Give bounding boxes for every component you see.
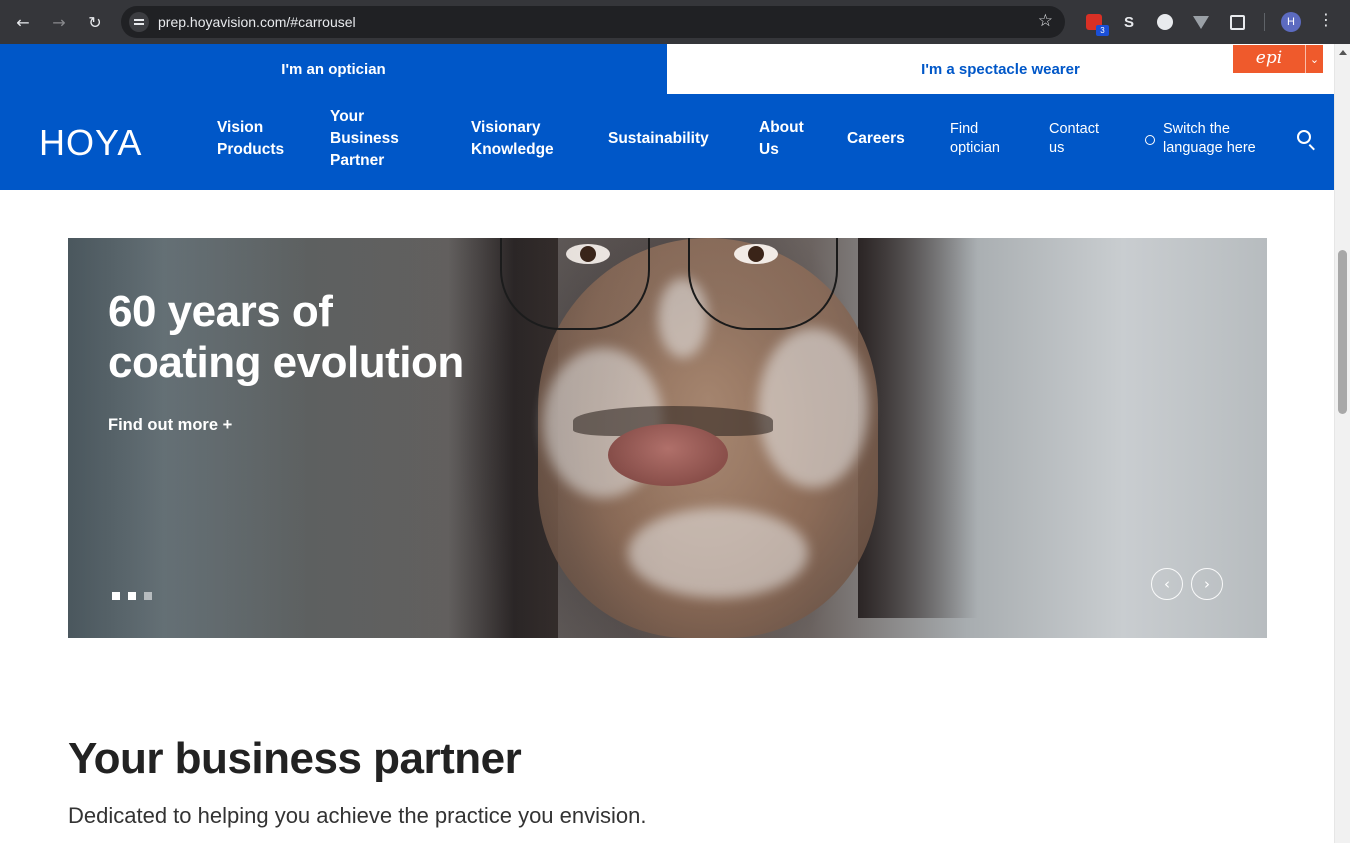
carousel-prev-icon[interactable]: ‹ bbox=[1151, 568, 1183, 600]
nav-careers[interactable]: Careers bbox=[847, 128, 905, 150]
epi-widget[interactable]: epi ⌄ bbox=[1233, 45, 1323, 73]
extension-s-icon[interactable]: S bbox=[1119, 12, 1139, 32]
nav-find-optician[interactable]: Find optician bbox=[950, 120, 1000, 158]
nav-label: optician bbox=[950, 140, 1000, 156]
nav-label: Knowledge bbox=[471, 141, 554, 158]
nav-contact-us[interactable]: Contact us bbox=[1049, 120, 1099, 158]
chevron-down-icon[interactable]: ⌄ bbox=[1305, 45, 1323, 73]
web-page: I'm an optician I'm a spectacle wearer e… bbox=[0, 44, 1334, 843]
browser-toolbar: ← → ↻ prep.hoyavision.com/#carrousel ☆ 3… bbox=[0, 0, 1350, 44]
hero-title-line: coating evolution bbox=[108, 338, 464, 387]
browser-menu-icon[interactable]: ⋮ bbox=[1318, 10, 1334, 29]
carousel-dot-2[interactable] bbox=[128, 592, 136, 600]
carousel-next-icon[interactable]: › bbox=[1191, 568, 1223, 600]
site-settings-icon[interactable] bbox=[129, 12, 149, 32]
section-subtitle: Dedicated to helping you achieve the pra… bbox=[68, 803, 647, 828]
audience-switcher: I'm an optician I'm a spectacle wearer bbox=[0, 44, 1334, 94]
nav-label: Switch the bbox=[1163, 121, 1230, 137]
reload-icon[interactable]: ↻ bbox=[81, 8, 109, 36]
extension-red-icon[interactable]: 3 bbox=[1084, 12, 1109, 36]
tab-optician[interactable]: I'm an optician bbox=[0, 44, 667, 94]
address-bar[interactable]: prep.hoyavision.com/#carrousel ☆ bbox=[121, 6, 1065, 38]
carousel-dot-3[interactable] bbox=[144, 592, 152, 600]
nav-visionary-knowledge[interactable]: Visionary Knowledge bbox=[471, 117, 554, 161]
hero-title: 60 years of coating evolution bbox=[108, 286, 464, 388]
nav-label: language here bbox=[1163, 140, 1256, 156]
nav-label: Vision bbox=[217, 119, 264, 136]
hero-carousel: 60 years of coating evolution Find out m… bbox=[68, 238, 1267, 638]
carousel-dot-1[interactable] bbox=[112, 592, 120, 600]
url-text[interactable]: prep.hoyavision.com/#carrousel bbox=[158, 14, 356, 30]
nav-label: Us bbox=[759, 141, 779, 158]
nav-label: Business bbox=[330, 130, 399, 147]
extension-circle-icon[interactable] bbox=[1155, 12, 1175, 32]
nav-label: Contact bbox=[1049, 121, 1099, 137]
nav-label: Products bbox=[217, 141, 285, 158]
toolbar-divider bbox=[1264, 13, 1265, 31]
back-arrow-icon[interactable]: ← bbox=[9, 8, 37, 36]
search-icon[interactable] bbox=[1297, 130, 1311, 144]
epi-logo[interactable]: epi bbox=[1233, 45, 1305, 73]
extension-badge: 3 bbox=[1096, 25, 1109, 36]
page-scrollbar[interactable] bbox=[1334, 44, 1350, 843]
nav-vision-products[interactable]: Vision Products bbox=[217, 117, 284, 161]
nav-label: Visionary bbox=[471, 119, 541, 136]
bookmark-star-icon[interactable]: ☆ bbox=[1038, 11, 1053, 31]
scroll-up-icon[interactable] bbox=[1339, 50, 1347, 55]
language-switcher[interactable]: Switch the language here bbox=[1163, 120, 1256, 158]
nav-business-partner[interactable]: Your Business Partner bbox=[330, 106, 399, 172]
nav-label: Partner bbox=[330, 152, 385, 169]
carousel-indicators bbox=[112, 592, 152, 600]
profile-avatar[interactable]: H bbox=[1281, 12, 1301, 32]
hoya-logo[interactable]: HOYA bbox=[39, 122, 142, 164]
globe-icon bbox=[1145, 135, 1155, 145]
extensions-puzzle-icon[interactable] bbox=[1227, 12, 1247, 32]
hero-title-line: 60 years of bbox=[108, 287, 333, 336]
nav-label: Find bbox=[950, 121, 979, 137]
nav-sustainability[interactable]: Sustainability bbox=[608, 128, 709, 150]
nav-label: Your bbox=[330, 108, 365, 125]
nav-label: About bbox=[759, 119, 804, 136]
nav-label: us bbox=[1049, 140, 1065, 156]
extension-triangle-icon[interactable] bbox=[1191, 12, 1211, 32]
main-navigation: HOYA Vision Products Your Business Partn… bbox=[0, 94, 1334, 190]
forward-arrow-icon[interactable]: → bbox=[45, 8, 73, 36]
nav-about-us[interactable]: About Us bbox=[759, 117, 804, 161]
section-title: Your business partner bbox=[68, 734, 522, 783]
find-out-more-link[interactable]: Find out more + bbox=[108, 416, 232, 435]
scrollbar-thumb[interactable] bbox=[1338, 250, 1347, 414]
